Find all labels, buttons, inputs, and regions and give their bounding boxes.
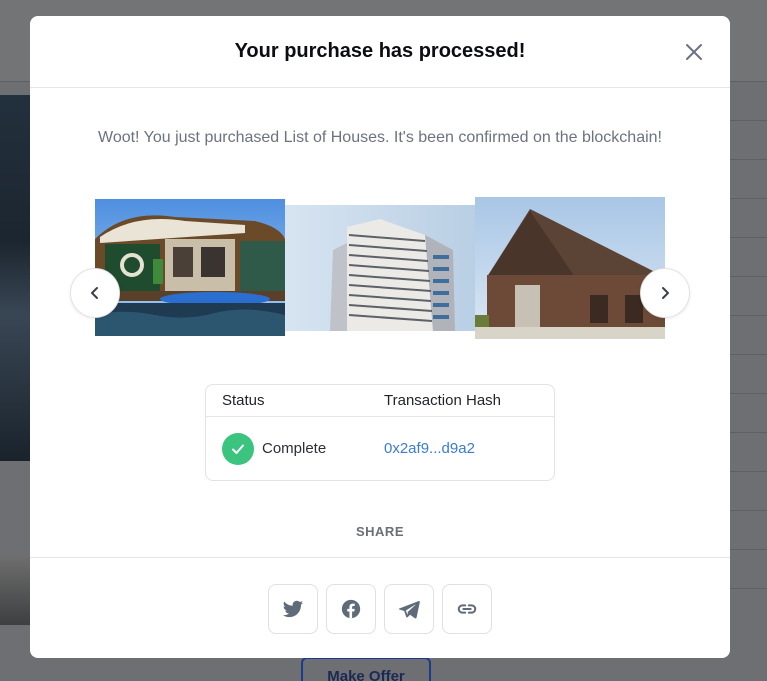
telegram-icon [398,600,420,619]
twitter-icon [282,600,304,618]
status-value: Complete [262,440,327,457]
close-icon [686,44,702,60]
chevron-left-icon [91,287,98,299]
carousel-next-button[interactable] [640,268,690,318]
background-image [0,95,30,461]
link-icon [457,604,477,614]
modal-title: Your purchase has processed! [234,40,526,62]
houseboat-image [95,199,285,336]
table-header-row: Status Transaction Hash [206,385,554,417]
image-carousel [70,194,690,344]
modal-header: Your purchase has processed! [30,16,730,88]
transaction-hash-header: Transaction Hash [384,392,501,409]
table-row: Complete 0x2af9...d9a2 [206,417,554,481]
purchase-message: Woot! You just purchased List of Houses.… [98,129,662,146]
background-thumbnail [0,555,30,625]
apartment-tower-image [285,205,475,331]
share-twitter-button[interactable] [268,584,318,634]
facebook-icon [341,599,361,619]
barn-image [475,197,665,339]
share-telegram-button[interactable] [384,584,434,634]
make-offer-button[interactable]: Make Offer [301,657,431,681]
chevron-right-icon [662,287,669,299]
close-button[interactable] [684,42,704,62]
status-header: Status [222,392,265,409]
transaction-status-table: Status Transaction Hash Complete 0x2af9.… [205,384,555,481]
copy-link-button[interactable] [442,584,492,634]
success-check-icon [222,433,254,465]
purchase-modal: Your purchase has processed! Woot! You j… [30,16,730,658]
share-buttons [268,584,492,634]
background-list [730,82,767,602]
transaction-hash-link[interactable]: 0x2af9...d9a2 [384,440,475,457]
share-facebook-button[interactable] [326,584,376,634]
carousel-prev-button[interactable] [70,268,120,318]
share-label: SHARE [355,524,404,539]
modal-footer [30,557,730,658]
